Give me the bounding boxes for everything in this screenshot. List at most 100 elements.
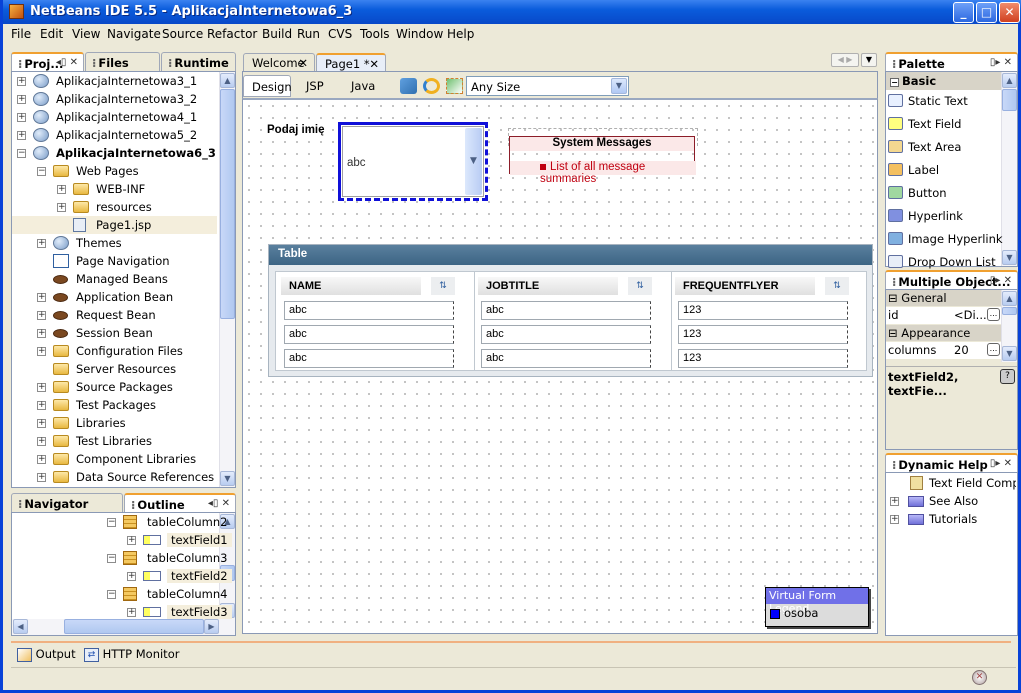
- sort-icon[interactable]: ⇅: [431, 277, 455, 295]
- target-size-select[interactable]: Any Size ▼: [466, 76, 629, 96]
- expand-icon[interactable]: +: [37, 329, 46, 338]
- tree-item[interactable]: + AplikacjaInternetowa3_1: [12, 72, 217, 90]
- minimize-window-icon[interactable]: ▯▸ ✕: [990, 458, 1012, 469]
- tree-item[interactable]: + resources: [12, 198, 217, 216]
- table-cell-text-field[interactable]: 123: [678, 325, 848, 344]
- sort-icon[interactable]: ⇅: [628, 277, 652, 295]
- subtab-java[interactable]: Java: [343, 75, 391, 97]
- tab-dynamic-help[interactable]: ⁝ Dynamic Help ▯▸ ✕: [885, 453, 1018, 473]
- http-monitor-button[interactable]: ⇄ HTTP Monitor: [84, 647, 179, 662]
- output-window-button[interactable]: Output: [17, 647, 76, 662]
- collapse-icon[interactable]: −: [107, 554, 116, 563]
- tab-welcome[interactable]: Welcome ✕: [243, 53, 315, 71]
- tab-navigator[interactable]: ⁝ Navigator: [11, 493, 123, 513]
- scroll-up-button[interactable]: ▲: [1002, 291, 1017, 306]
- gc-status-icon[interactable]: ✕: [972, 670, 987, 685]
- scroll-thumb[interactable]: [1002, 307, 1017, 315]
- name-label[interactable]: Podaj imię: [267, 124, 325, 136]
- expand-icon[interactable]: +: [57, 203, 66, 212]
- table-cell-text-field[interactable]: abc: [284, 349, 454, 368]
- expand-icon[interactable]: +: [37, 437, 46, 446]
- help-item[interactable]: + Tutorials: [888, 510, 1016, 528]
- tree-item[interactable]: + Request Bean: [12, 306, 217, 324]
- section-appearance[interactable]: ⊟ Appearance: [886, 325, 1001, 341]
- expand-icon[interactable]: +: [37, 419, 46, 428]
- show-virtual-forms-icon[interactable]: [446, 78, 463, 94]
- tab-runtime[interactable]: ⁝ Runtime: [161, 52, 236, 72]
- column-header[interactable]: JOBTITLE: [478, 277, 618, 295]
- menu-run[interactable]: Run: [297, 27, 320, 41]
- expand-icon[interactable]: +: [37, 383, 46, 392]
- minimize-window-icon[interactable]: ▯▸ ✕: [990, 275, 1012, 286]
- collapse-icon[interactable]: −: [37, 167, 46, 176]
- column-header[interactable]: NAME: [281, 277, 421, 295]
- tree-item[interactable]: + Themes: [12, 234, 217, 252]
- chevron-down-icon[interactable]: ▼: [465, 128, 482, 195]
- expand-icon[interactable]: +: [37, 347, 46, 356]
- sort-icon[interactable]: ⇅: [825, 277, 849, 295]
- table-cell-text-field[interactable]: abc: [284, 325, 454, 344]
- close-tab-icon[interactable]: ✕: [369, 57, 379, 71]
- tab-files[interactable]: ⁝ Files: [85, 52, 160, 72]
- menu-file[interactable]: File: [11, 27, 31, 41]
- subtab-design[interactable]: Design: [243, 75, 292, 97]
- tree-item[interactable]: − Web Pages: [12, 162, 217, 180]
- tree-item[interactable]: + Application Bean: [12, 288, 217, 306]
- expand-icon[interactable]: +: [37, 239, 46, 248]
- tree-item[interactable]: Server Resources: [12, 360, 217, 378]
- palette-scrollbar[interactable]: ▲ ▼: [1001, 72, 1017, 266]
- menu-cvs[interactable]: CVS: [328, 27, 352, 41]
- maximize-button[interactable]: □: [976, 2, 997, 23]
- outline-item[interactable]: + textField3: [12, 603, 232, 621]
- expand-icon[interactable]: +: [17, 77, 26, 86]
- column-header[interactable]: FREQUENTFLYER: [675, 277, 815, 295]
- tree-item[interactable]: − AplikacjaInternetowa6_3: [12, 144, 217, 162]
- section-general[interactable]: ⊟ General: [886, 290, 1001, 306]
- outline-item[interactable]: − tableColumn4: [12, 585, 227, 603]
- close-tab-icon[interactable]: ✕: [298, 56, 308, 70]
- tab-scroll-arrows[interactable]: ◀ ▶: [831, 53, 859, 67]
- tree-item[interactable]: + Session Bean: [12, 324, 217, 342]
- palette-category-basic[interactable]: − Basic: [886, 72, 1001, 90]
- properties-scrollbar[interactable]: ▲ ▼: [1001, 290, 1017, 362]
- tree-item[interactable]: + Libraries: [12, 414, 217, 432]
- expand-icon[interactable]: +: [127, 536, 136, 545]
- tree-item[interactable]: + AplikacjaInternetowa5_2: [12, 126, 217, 144]
- table-cell-text-field[interactable]: abc: [481, 349, 651, 368]
- tree-item[interactable]: + AplikacjaInternetowa4_1: [12, 108, 217, 126]
- outline-item[interactable]: − tableColumn2: [12, 513, 227, 531]
- tree-item[interactable]: + WEB-INF: [12, 180, 217, 198]
- menu-build[interactable]: Build: [262, 27, 292, 41]
- chevron-down-icon[interactable]: ▼: [611, 78, 627, 94]
- design-canvas[interactable]: Podaj imię abc ▼ System Messages List of…: [242, 98, 878, 634]
- menu-navigate[interactable]: Navigate: [107, 27, 161, 41]
- tree-item[interactable]: Page1.jsp: [12, 216, 217, 234]
- tree-item[interactable]: Page Navigation: [12, 252, 217, 270]
- scroll-thumb[interactable]: [220, 89, 235, 319]
- expand-icon[interactable]: +: [890, 497, 899, 506]
- scroll-up-button[interactable]: ▲: [220, 73, 235, 88]
- tab-projects[interactable]: ⁝ Proj... ◂▯ ✕: [11, 52, 84, 72]
- property-row-columns[interactable]: columns 20 ...: [886, 342, 1001, 359]
- menu-edit[interactable]: Edit: [40, 27, 63, 41]
- tree-item[interactable]: + AplikacjaInternetowa3_2: [12, 90, 217, 108]
- system-messages[interactable]: System Messages List of all message summ…: [509, 136, 696, 185]
- menu-refactor[interactable]: Refactor: [207, 27, 257, 41]
- subtab-jsp[interactable]: JSP: [298, 75, 338, 97]
- outline-item[interactable]: − tableColumn3: [12, 549, 227, 567]
- ellipsis-button[interactable]: ...: [987, 308, 1000, 321]
- expand-icon[interactable]: +: [57, 185, 66, 194]
- refresh-icon[interactable]: [423, 78, 440, 94]
- expand-icon[interactable]: +: [37, 455, 46, 464]
- scroll-thumb[interactable]: [64, 619, 204, 634]
- property-row-id[interactable]: id <Di... ...: [886, 307, 1001, 324]
- minimize-window-icon[interactable]: ◂▯ ✕: [56, 57, 78, 68]
- expand-icon[interactable]: +: [37, 473, 46, 482]
- minimize-window-icon[interactable]: ◂▯ ✕: [208, 498, 230, 509]
- outline-item[interactable]: + textField2: [12, 567, 232, 585]
- collapse-icon[interactable]: −: [107, 518, 116, 527]
- preview-in-browser-icon[interactable]: [400, 78, 417, 94]
- tree-item[interactable]: + Data Source References: [12, 468, 217, 486]
- tab-outline[interactable]: ⁝ Outline ◂▯ ✕: [124, 493, 236, 513]
- tab-palette[interactable]: ⁝ Palette ▯▸ ✕: [885, 52, 1018, 72]
